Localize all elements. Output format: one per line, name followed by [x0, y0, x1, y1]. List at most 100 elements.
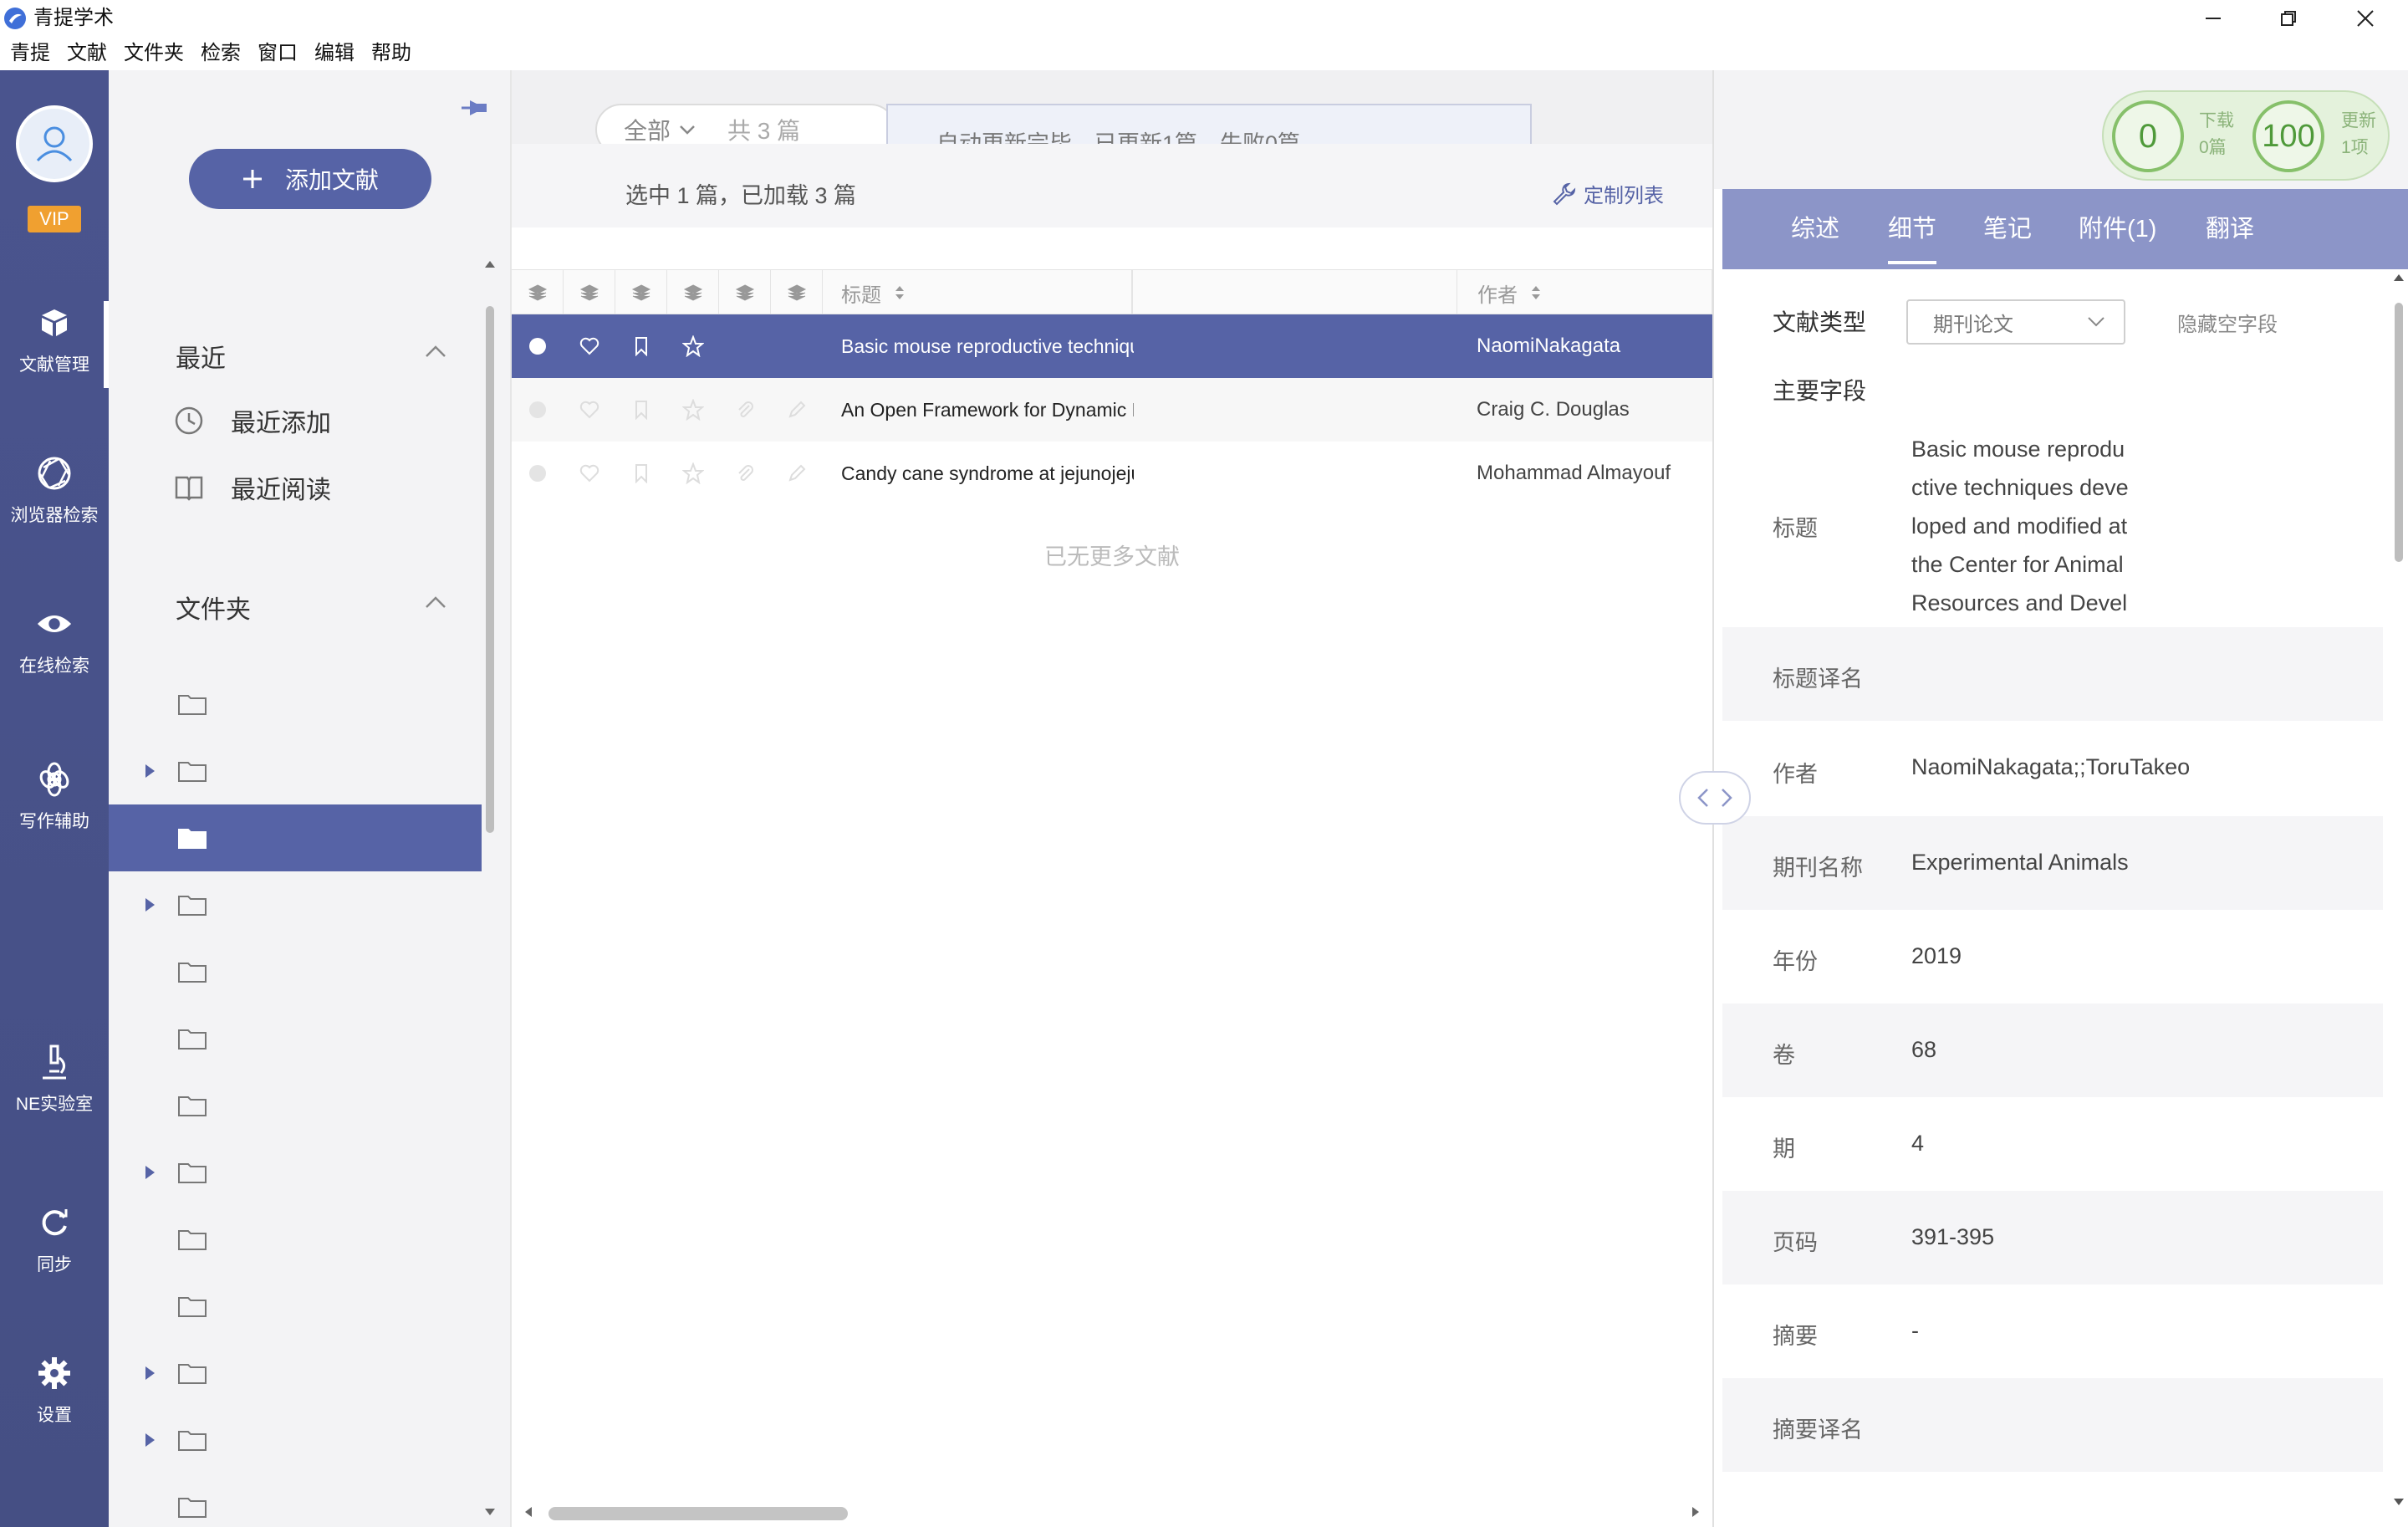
heart-icon[interactable] [564, 314, 615, 378]
field-author[interactable]: 作者 NaomiNakagata;;ToruTakeo [1722, 721, 2383, 816]
folder-item[interactable] [109, 738, 482, 804]
menu-help[interactable]: 帮助 [371, 37, 423, 70]
rail-item-settings[interactable]: 设置 [0, 1355, 109, 1447]
star-icon[interactable] [667, 378, 719, 442]
folder-item[interactable] [109, 1005, 482, 1072]
custom-list-button[interactable]: 定制列表 [1552, 179, 1664, 208]
rail-item-ne-lab[interactable]: NE实验室 [0, 1044, 109, 1136]
folder-item[interactable] [109, 1072, 482, 1139]
table-row[interactable]: An Open Framework for Dynamic Big-data-d… [512, 378, 1712, 442]
chevron-up-icon[interactable] [425, 345, 446, 358]
horizontal-scroll-thumb[interactable] [548, 1507, 848, 1520]
avatar[interactable] [16, 105, 93, 182]
field-abstract-translation[interactable]: 摘要译名 [1722, 1378, 2383, 1472]
heart-icon[interactable] [564, 378, 615, 442]
horizontal-scrollbar[interactable] [512, 1500, 1712, 1524]
folder-item[interactable] [109, 1473, 482, 1527]
rail-item-writing-assistant[interactable]: 写作辅助 [0, 761, 109, 853]
menu-folders[interactable]: 文件夹 [124, 37, 196, 70]
pin-icon[interactable] [458, 94, 492, 122]
download-count[interactable]: 0 [2112, 100, 2184, 172]
detail-tabs: 综述 细节 笔记 附件(1) 翻译 [1722, 189, 2408, 269]
tab-translate[interactable]: 翻译 [2206, 189, 2254, 269]
folder-item[interactable] [109, 1340, 482, 1407]
doc-type-select[interactable]: 期刊论文 [1906, 299, 2125, 345]
folder-item[interactable] [109, 1273, 482, 1340]
expand-arrow-icon[interactable] [145, 764, 155, 778]
folder-item[interactable] [109, 871, 482, 938]
star-icon[interactable] [667, 442, 719, 505]
menu-edit[interactable]: 编辑 [314, 37, 366, 70]
selection-bar: 选中 1 篇，已加载 3 篇 定制列表 [512, 144, 1712, 227]
folder-item[interactable] [109, 804, 482, 871]
column-header-status[interactable] [512, 270, 564, 315]
folder-item[interactable] [109, 1139, 482, 1206]
field-title-translation[interactable]: 标题译名 [1722, 627, 2383, 721]
field-abstract[interactable]: 摘要 - [1722, 1284, 2383, 1378]
rail-item-sync[interactable]: 同步 [0, 1204, 109, 1296]
column-header-note[interactable] [771, 270, 823, 315]
folder-scrollbar[interactable] [482, 254, 498, 1527]
rail-item-document-management[interactable]: 文献管理 [0, 301, 109, 396]
folder-item[interactable] [109, 671, 482, 738]
bookmark-icon[interactable] [615, 378, 667, 442]
tab-attachments[interactable]: 附件(1) [2079, 189, 2156, 269]
field-value: Experimental Animals [1911, 850, 2129, 875]
heart-icon[interactable] [564, 442, 615, 505]
column-header-attachment[interactable] [719, 270, 771, 315]
field-pages[interactable]: 页码 391-395 [1722, 1191, 2383, 1284]
field-issue[interactable]: 期 4 [1722, 1097, 2383, 1191]
column-header-author[interactable]: 作者 [1457, 270, 1712, 315]
status-dot-icon[interactable] [512, 378, 564, 442]
table-row[interactable]: Candy cane syndrome at jejunojejunostomy… [512, 442, 1712, 505]
menu-qingti[interactable]: 青提 [10, 37, 62, 70]
recent-added-item[interactable]: 最近添加 [174, 400, 331, 442]
bookmark-icon[interactable] [615, 314, 667, 378]
paperclip-icon[interactable] [719, 442, 771, 505]
paperclip-icon[interactable] [719, 378, 771, 442]
chevron-up-icon[interactable] [425, 595, 446, 609]
menu-window[interactable]: 窗口 [258, 37, 309, 70]
panel-collapse-toggle[interactable] [1679, 771, 1751, 825]
rail-item-online-search[interactable]: 在线检索 [0, 605, 109, 697]
expand-arrow-icon[interactable] [145, 1166, 155, 1179]
hide-empty-fields-toggle[interactable]: 隐藏空字段 [2177, 308, 2278, 337]
folder-icon [177, 759, 207, 783]
expand-arrow-icon[interactable] [145, 1366, 155, 1380]
folder-item[interactable] [109, 938, 482, 1005]
restore-button[interactable] [2251, 0, 2326, 37]
expand-arrow-icon[interactable] [145, 1433, 155, 1447]
field-year[interactable]: 年份 2019 [1722, 910, 2383, 1004]
bookmark-icon[interactable] [615, 442, 667, 505]
minimize-button[interactable] [2176, 0, 2251, 37]
rail-item-browser-search[interactable]: 浏览器检索 [0, 455, 109, 547]
column-header-favorite[interactable] [564, 270, 615, 315]
add-document-button[interactable]: 添加文献 [189, 149, 431, 209]
menu-documents[interactable]: 文献 [67, 37, 119, 70]
table-row[interactable]: Basic mouse reproductive techniques deve… [512, 314, 1712, 378]
stats-area: 0 下载 0篇 100 更新 1项 [1714, 70, 2408, 189]
update-count[interactable]: 100 [2252, 100, 2324, 172]
detail-scrollbar[interactable] [2390, 269, 2408, 1524]
close-button[interactable] [2328, 0, 2403, 37]
folder-item[interactable] [109, 1407, 482, 1473]
column-header-title[interactable]: 标题 [823, 270, 1132, 315]
menu-search[interactable]: 检索 [201, 37, 253, 70]
row-title: Basic mouse reproductive techniques deve… [841, 335, 1134, 357]
field-title[interactable]: 标题 Basic mouse reproductive techniques d… [1722, 430, 2383, 692]
star-icon[interactable] [667, 314, 719, 378]
expand-arrow-icon[interactable] [145, 898, 155, 912]
pencil-icon[interactable] [771, 442, 823, 505]
tab-overview[interactable]: 综述 [1791, 189, 1839, 269]
tab-details[interactable]: 细节 [1888, 189, 1937, 269]
pencil-icon[interactable] [771, 378, 823, 442]
status-dot-icon[interactable] [512, 442, 564, 505]
column-header-star[interactable] [667, 270, 719, 315]
column-header-bookmark[interactable] [615, 270, 667, 315]
folder-item[interactable] [109, 1206, 482, 1273]
field-journal[interactable]: 期刊名称 Experimental Animals [1722, 816, 2383, 910]
status-dot-icon[interactable] [512, 314, 564, 378]
tab-notes[interactable]: 笔记 [1983, 189, 2032, 269]
recent-read-item[interactable]: 最近阅读 [174, 467, 331, 508]
field-volume[interactable]: 卷 68 [1722, 1004, 2383, 1097]
